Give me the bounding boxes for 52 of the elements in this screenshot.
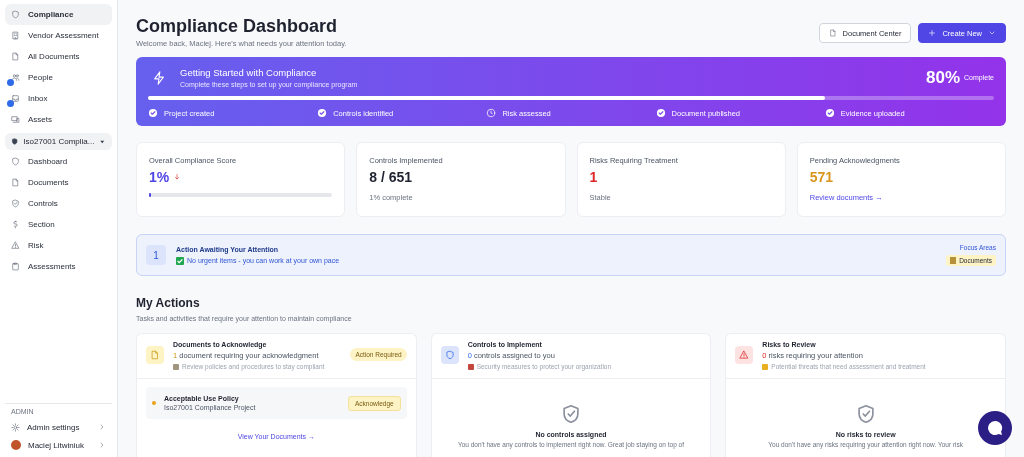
settings-icon	[11, 422, 20, 432]
chevron-down-icon	[988, 29, 996, 37]
plus-icon	[928, 29, 937, 37]
arrow-down-icon	[173, 173, 182, 181]
project-selector[interactable]: Iso27001 Complia...	[5, 133, 112, 150]
shield-icon	[11, 157, 20, 166]
chat-icon	[985, 418, 1005, 438]
hint-icon	[173, 363, 179, 370]
stat-value: 571	[809, 169, 834, 185]
nav-item[interactable]: People	[5, 67, 112, 88]
nav-item[interactable]: Maciej Litwiniuk	[5, 436, 112, 454]
section-sign-icon	[11, 220, 20, 229]
shield-check-icon	[560, 403, 582, 425]
building-icon	[11, 31, 20, 40]
count-badge: 1	[146, 245, 166, 265]
nav-item[interactable]: Compliance	[5, 4, 112, 25]
nav-item[interactable]: Controls	[5, 193, 112, 214]
warning-icon	[739, 350, 750, 360]
avatar-icon	[11, 440, 21, 450]
status-dot	[152, 401, 156, 405]
nav-item[interactable]: Assessments	[5, 256, 112, 277]
banner-title: Getting Started with Compliance	[180, 67, 318, 78]
stat-value: 1%	[149, 169, 170, 185]
nav-item[interactable]: All Documents	[5, 46, 112, 67]
people-icon	[11, 73, 20, 82]
stat-value: 1	[589, 169, 598, 185]
lightning-icon	[152, 70, 166, 85]
nav-item[interactable]: Inbox	[5, 88, 112, 109]
shield-icon	[444, 350, 455, 360]
warning-icon	[11, 241, 20, 250]
section-title: My Actions	[136, 296, 201, 310]
hint-icon	[762, 363, 769, 370]
percent-value: 80%	[926, 67, 961, 88]
nav-item[interactable]: Documents	[5, 172, 112, 193]
nav-item[interactable]: Section	[5, 214, 112, 235]
shield-icon	[11, 137, 19, 146]
clipboard-icon	[11, 262, 20, 271]
devices-icon	[11, 115, 20, 124]
nav-item[interactable]: Assets	[5, 109, 112, 130]
check-box-icon	[176, 256, 184, 265]
stat-value: 8 / 651	[369, 169, 413, 185]
nav-item[interactable]: Vendor Assessment	[5, 25, 112, 46]
page-title: Compliance Dashboard	[136, 15, 339, 37]
chevron-right-icon	[98, 441, 106, 449]
shield-icon	[11, 10, 20, 19]
hint-icon	[467, 363, 474, 370]
nav-item[interactable]: Admin settings	[5, 418, 112, 436]
inbox-icon	[11, 94, 20, 103]
shield-check-icon	[11, 199, 20, 208]
chevron-right-icon	[98, 423, 106, 431]
nav-item[interactable]: Risk	[5, 235, 112, 256]
nav-item[interactable]: Dashboard	[5, 151, 112, 172]
